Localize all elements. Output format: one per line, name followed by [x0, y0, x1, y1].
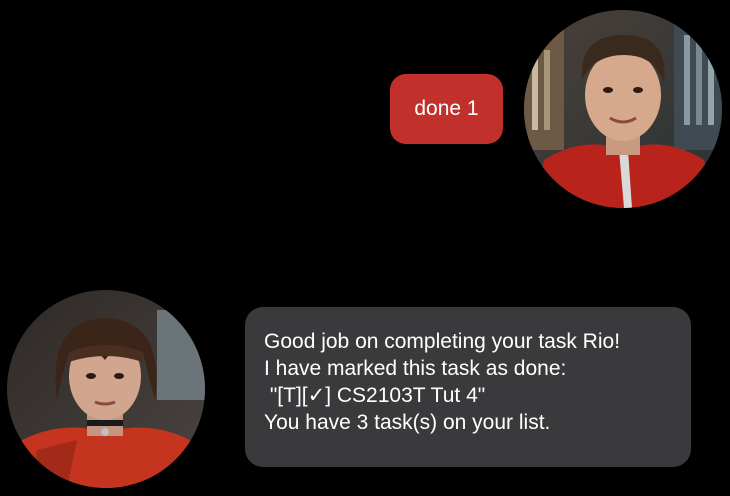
bot-message-line: Good job on completing your task Rio! — [264, 330, 621, 353]
user-avatar — [524, 10, 722, 208]
bot-message-line: I have marked this task as done: — [264, 357, 567, 380]
user-message-bubble: done 1 — [390, 74, 503, 144]
bot-avatar-image — [7, 290, 205, 488]
user-avatar-image — [524, 10, 722, 208]
user-message-text: done 1 — [414, 97, 479, 120]
chat-window: done 1 Good job on completing your task … — [0, 0, 730, 496]
bot-message-line: You have 3 task(s) on your list. — [264, 411, 551, 434]
bot-avatar — [7, 290, 205, 488]
bot-message-bubble: Good job on completing your task Rio! I … — [245, 307, 691, 467]
bot-message-line: "[T][✓] CS2103T Tut 4" — [264, 384, 486, 407]
